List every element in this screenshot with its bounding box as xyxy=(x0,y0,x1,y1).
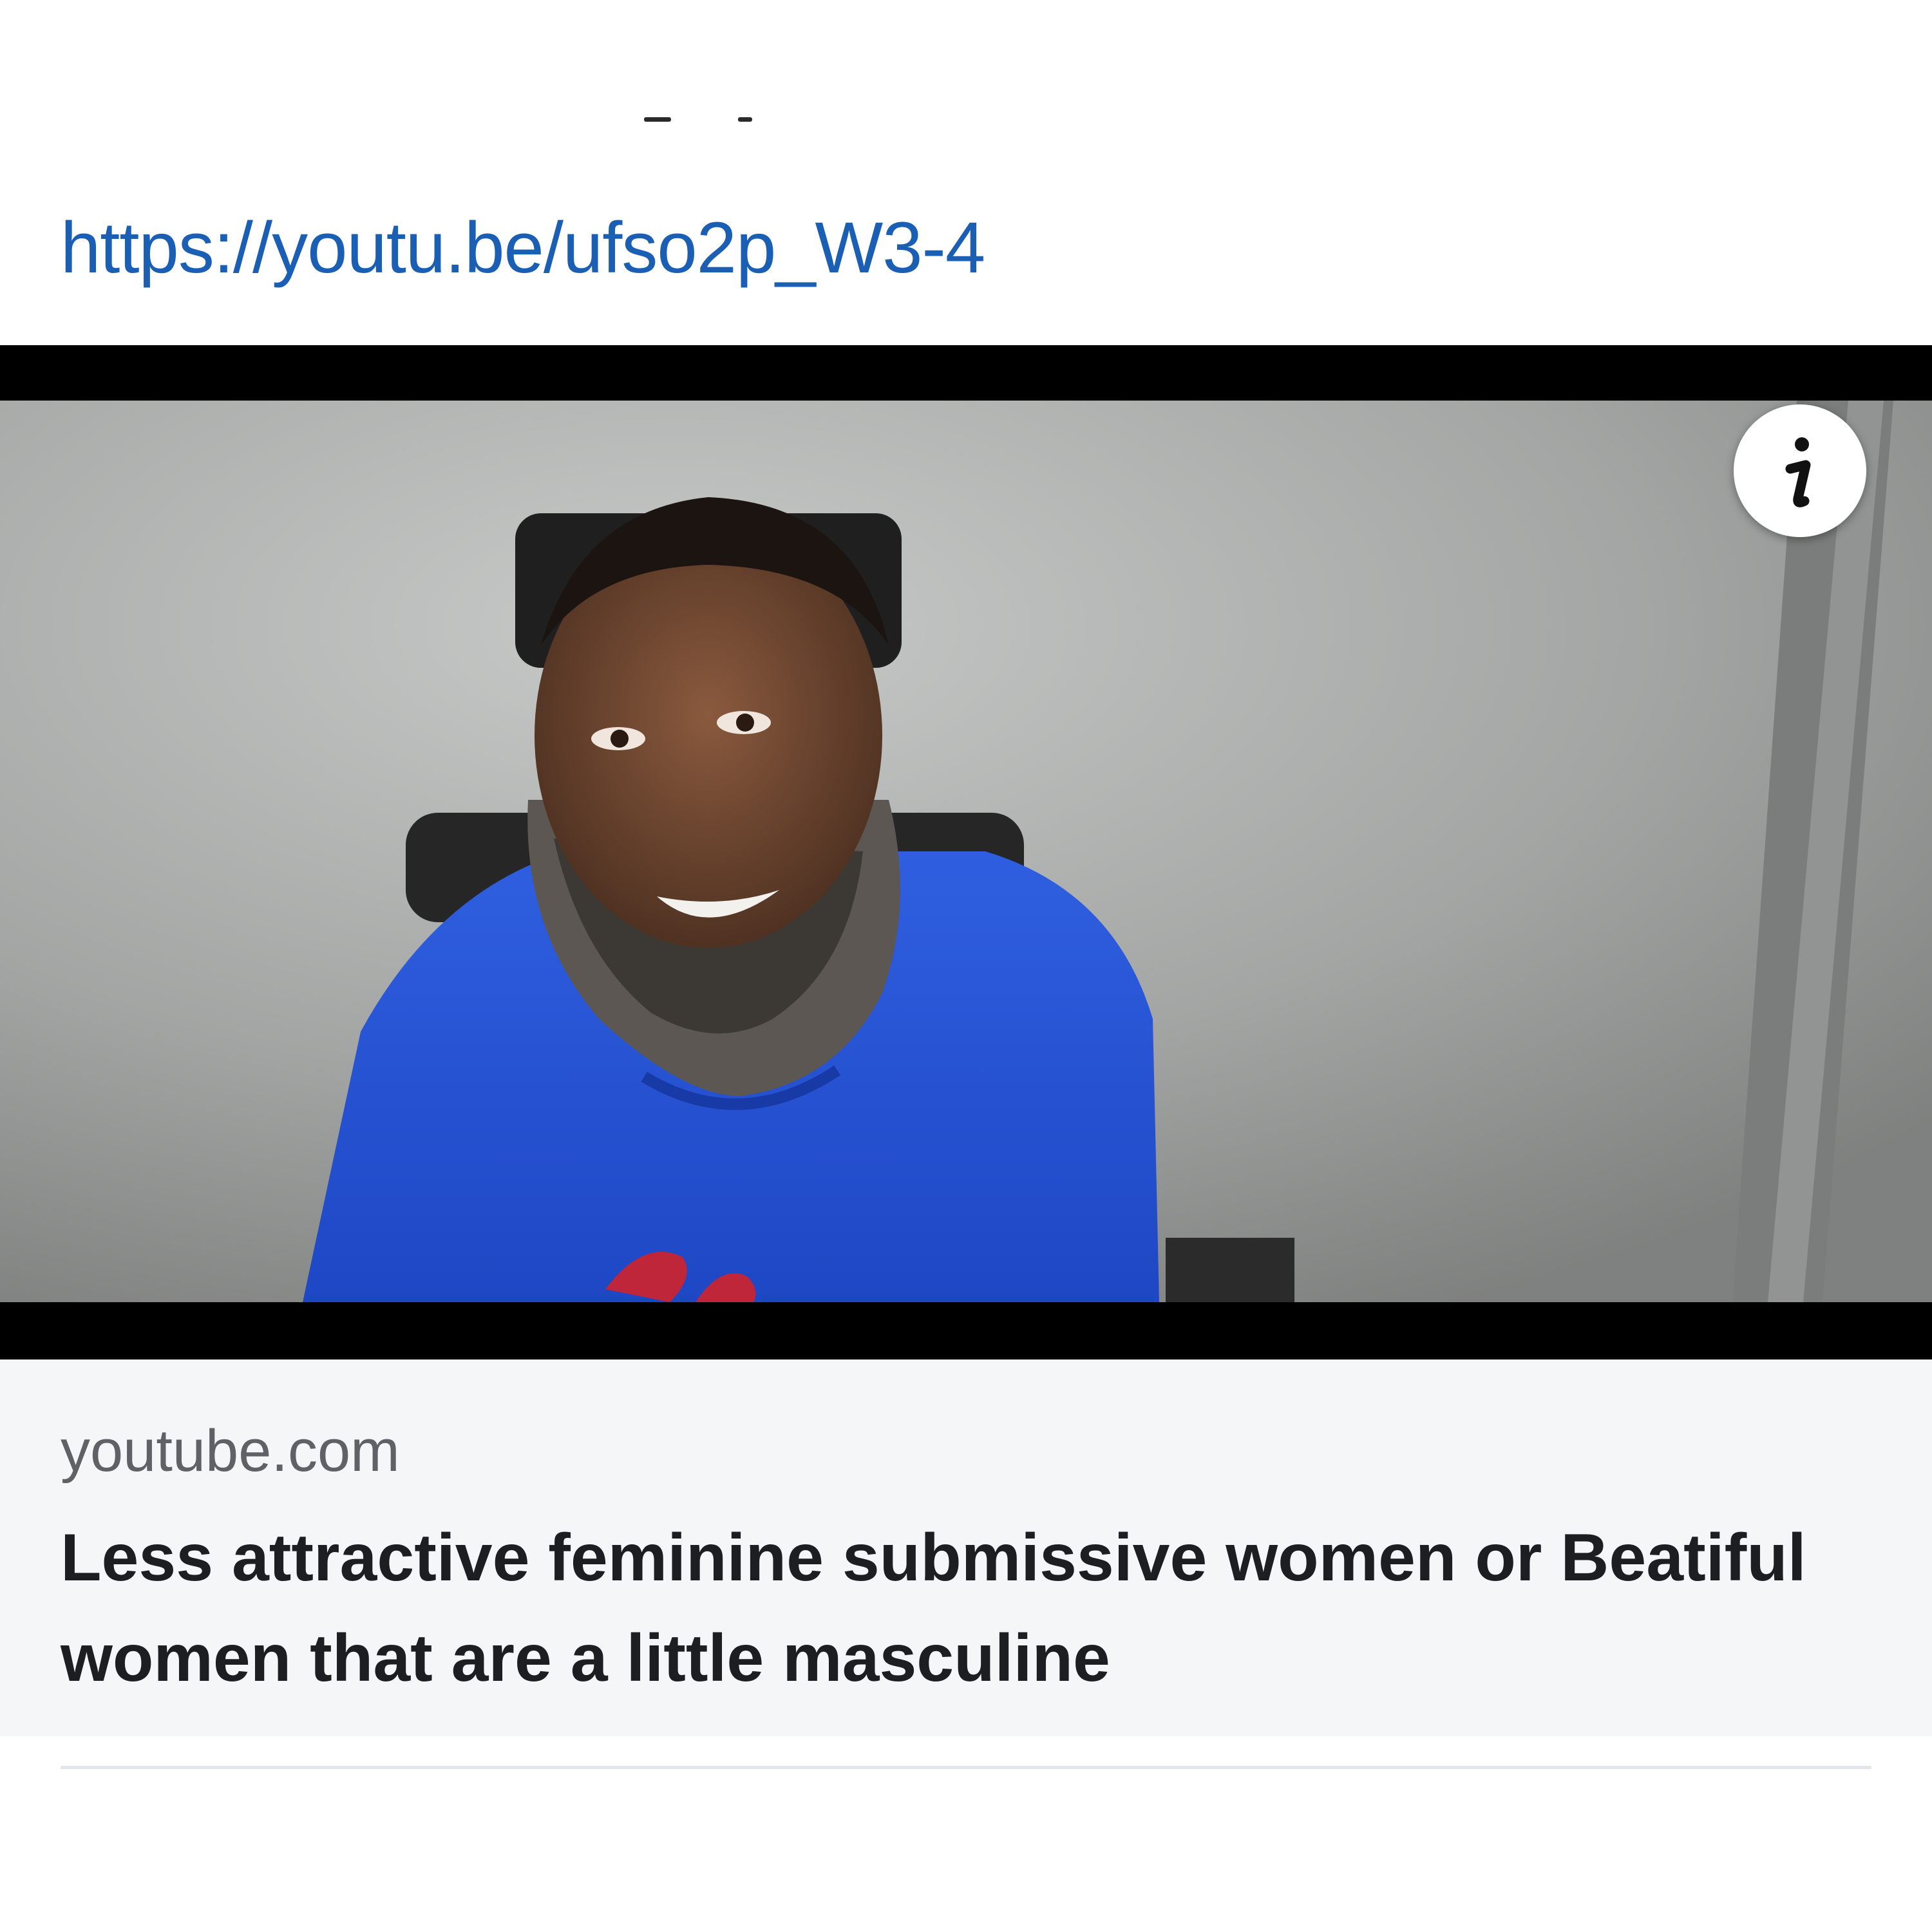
link-preview-card[interactable]: youtube.com Less attractive feminine sub… xyxy=(0,345,1932,1736)
post-link[interactable]: https://youtu.be/ufso2p_W3-4 xyxy=(61,206,985,289)
video-thumbnail[interactable] xyxy=(0,345,1932,1359)
info-icon xyxy=(1785,437,1811,507)
info-button[interactable] xyxy=(1734,404,1866,537)
truncated-text-fragment xyxy=(644,103,773,129)
thumbnail-image xyxy=(0,401,1932,1302)
link-domain: youtube.com xyxy=(61,1418,400,1484)
link-title[interactable]: Less attractive feminine submissive wome… xyxy=(61,1508,1812,1709)
divider xyxy=(61,1766,1871,1769)
link-preview-meta[interactable]: youtube.com Less attractive feminine sub… xyxy=(0,1359,1932,1736)
post-container: https://youtu.be/ufso2p_W3-4 youtube.com… xyxy=(0,0,1932,1932)
